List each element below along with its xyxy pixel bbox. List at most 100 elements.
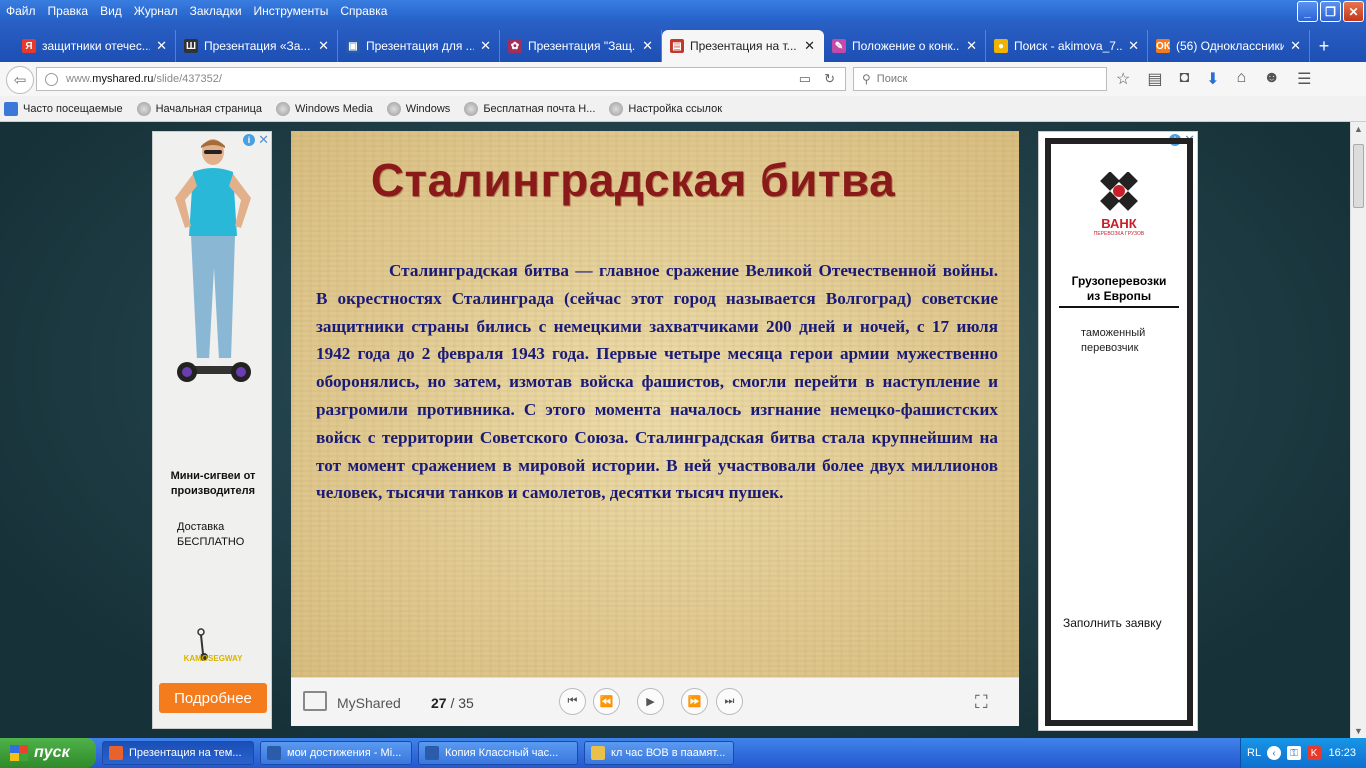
menu-tools[interactable]: Инструменты: [248, 4, 335, 18]
language-indicator[interactable]: RL: [1247, 747, 1261, 759]
first-slide-button[interactable]: ⏮: [559, 688, 586, 715]
segway-person-image: [175, 139, 251, 382]
browser-tab[interactable]: Язащитники отечес... ✕: [14, 30, 176, 62]
scroll-down-icon[interactable]: ▼: [1354, 726, 1363, 736]
browser-tab[interactable]: ✎ Положение о конк... ✕: [824, 30, 986, 62]
tab-favicon-icon: ✿: [508, 39, 522, 53]
back-button[interactable]: ⇦: [6, 66, 34, 94]
start-button[interactable]: пуск: [0, 738, 96, 768]
menu-file[interactable]: Файл: [0, 4, 42, 18]
bookmark-most-visited[interactable]: Часто посещаемые: [4, 101, 123, 116]
bookmark-star-icon[interactable]: ☆: [1116, 69, 1130, 89]
search-placeholder: Поиск: [876, 73, 908, 85]
next-slide-button[interactable]: ⏩: [681, 688, 708, 715]
menu-bookmarks[interactable]: Закладки: [184, 4, 248, 18]
back-arrow-icon: ⇦: [13, 72, 27, 89]
right-ad-banner[interactable]: i ✕ ВАНК ПЕРЕВОЗКА ГРУЗОВ Грузоперевозки…: [1038, 131, 1198, 731]
tab-close-icon[interactable]: ✕: [480, 38, 491, 54]
smiley-icon[interactable]: ☻: [1263, 69, 1280, 89]
play-button[interactable]: ▶: [637, 688, 664, 715]
reading-list-icon[interactable]: ▤: [1147, 69, 1162, 89]
ad-subtext-line: перевозчик: [1081, 342, 1139, 354]
pocket-icon[interactable]: ◘: [1179, 69, 1189, 89]
tab-favicon-icon: Ш: [184, 39, 198, 53]
slide-player-bar: MyShared 27 / 35 ⏮ ⏪ ▶ ⏩ ⏭ ⛶: [291, 677, 1019, 726]
address-bar[interactable]: www. myshared.ru/slide/437352/ ▭ ↻: [36, 67, 846, 91]
ad-title: Мини-сигвеи от производителя: [170, 470, 256, 497]
bookmark-label: Часто посещаемые: [23, 102, 123, 115]
close-window-button[interactable]: ✕: [1343, 1, 1364, 22]
bookmark-globe-icon: [464, 101, 479, 116]
tab-label: Презентация для ...: [366, 39, 475, 53]
page-scrollbar[interactable]: ▲ ▼: [1350, 122, 1366, 738]
bookmark-label: Настройка ссылок: [628, 102, 723, 115]
tab-label: Презентация на т...: [690, 39, 797, 53]
home-icon[interactable]: ⌂: [1237, 69, 1247, 89]
minimize-button[interactable]: _: [1297, 1, 1318, 22]
browser-tab[interactable]: ОК (56) Одноклассники ✕: [1148, 30, 1310, 62]
maximize-button[interactable]: ❐: [1320, 1, 1341, 22]
tray-arrow-icon[interactable]: ‹: [1267, 746, 1282, 760]
bookmark-links-settings[interactable]: Настройка ссылок: [609, 101, 723, 116]
taskbar-window-label: Копия Классный час...: [445, 747, 559, 759]
reader-view-icon[interactable]: ▭: [799, 71, 811, 87]
new-tab-button[interactable]: +: [1310, 30, 1338, 62]
ad-heading-line: из Европы: [1086, 289, 1152, 303]
taskbar-app-icon: [591, 746, 605, 760]
browser-tab[interactable]: Ш Презентация «За... ✕: [176, 30, 338, 62]
player-brand: MyShared: [337, 695, 401, 711]
taskbar-window-label: кл час ВОВ в паамят...: [611, 747, 726, 759]
tab-close-icon[interactable]: ✕: [156, 38, 167, 54]
kaspersky-icon[interactable]: K: [1307, 746, 1322, 760]
ad-fill-request-link[interactable]: Заполнить заявку: [1063, 616, 1193, 630]
taskbar-window-button[interactable]: Презентация на тем...: [102, 741, 254, 765]
ad-heading: Грузоперевозки из Европы: [1059, 274, 1179, 308]
bookmark-windows[interactable]: Windows: [386, 101, 450, 116]
scroll-thumb[interactable]: [1353, 144, 1364, 208]
last-slide-button[interactable]: ⏭: [716, 688, 743, 715]
scroll-up-icon[interactable]: ▲: [1354, 124, 1363, 134]
left-ad-banner[interactable]: i ✕ Мини-сигвеи от производителя Доставк…: [152, 131, 272, 729]
taskbar-app-icon: [267, 746, 281, 760]
tab-favicon-icon: ▤: [670, 39, 684, 53]
menu-edit[interactable]: Правка: [42, 4, 95, 18]
bookmark-free-mail[interactable]: Бесплатная почта Н...: [464, 101, 595, 116]
menu-bar: Файл Правка Вид Журнал Закладки Инструме…: [0, 0, 1366, 22]
bookmark-windows-media[interactable]: Windows Media: [276, 101, 373, 116]
tab-close-icon[interactable]: ✕: [642, 38, 653, 54]
bookmarks-bar: Часто посещаемые Начальная страница Wind…: [0, 96, 1366, 122]
bookmark-globe-icon: [276, 101, 291, 116]
ad-more-button[interactable]: Подробнее: [159, 683, 267, 713]
taskbar-window-button[interactable]: кл час ВОВ в паамят...: [584, 741, 734, 765]
tab-close-icon[interactable]: ✕: [1128, 38, 1139, 54]
browser-tab[interactable]: ✿ Презентация "Защ... ✕: [500, 30, 662, 62]
myshared-logo-icon: [303, 691, 327, 711]
tab-close-icon[interactable]: ✕: [318, 38, 329, 54]
menu-help[interactable]: Справка: [334, 4, 393, 18]
taskbar: пуск Презентация на тем... мои достижения…: [0, 738, 1366, 768]
tab-close-icon[interactable]: ✕: [804, 38, 815, 54]
system-tray: RL ‹ ⚿ K 16:23: [1240, 738, 1366, 768]
download-icon[interactable]: ⬇: [1206, 69, 1219, 89]
search-input[interactable]: ⚲ Поиск: [853, 67, 1107, 91]
browser-tab[interactable]: ● Поиск - akimova_7... ✕: [986, 30, 1148, 62]
tray-network-icon[interactable]: ⚿: [1287, 746, 1302, 760]
browser-tab[interactable]: ▣ Презентация для ... ✕: [338, 30, 500, 62]
menu-view[interactable]: Вид: [94, 4, 128, 18]
bookmark-home-page[interactable]: Начальная страница: [136, 101, 262, 116]
reload-icon[interactable]: ↻: [824, 71, 835, 87]
browser-tab[interactable]: ▤ Презентация на т... ✕: [662, 30, 824, 62]
previous-slide-button[interactable]: ⏪: [593, 688, 620, 715]
hamburger-menu-icon[interactable]: ☰: [1297, 69, 1311, 89]
window-controls: _ ❐ ✕: [1297, 1, 1364, 22]
taskbar-window-label: Презентация на тем...: [129, 747, 242, 759]
fullscreen-icon[interactable]: ⛶: [975, 692, 988, 713]
taskbar-window-button[interactable]: Копия Классный час...: [418, 741, 578, 765]
menu-history[interactable]: Журнал: [128, 4, 184, 18]
url-path: /slide/437352/: [153, 73, 222, 85]
tab-close-icon[interactable]: ✕: [1290, 38, 1301, 54]
taskbar-window-button[interactable]: мои достижения - Mi...: [260, 741, 412, 765]
search-icon: ⚲: [862, 72, 871, 86]
tab-close-icon[interactable]: ✕: [966, 38, 977, 54]
globe-icon: [45, 72, 58, 86]
